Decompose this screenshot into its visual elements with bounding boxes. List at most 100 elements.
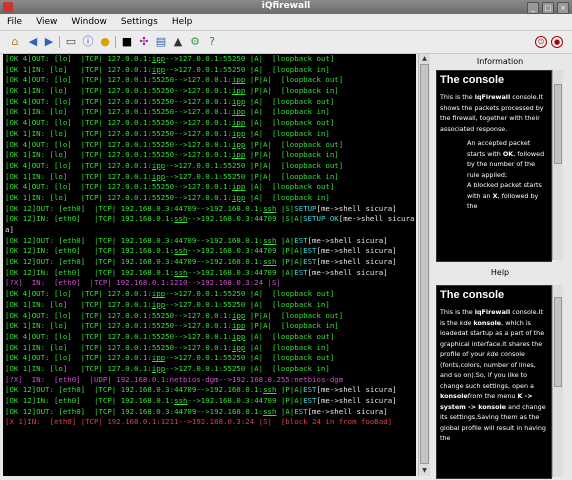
terminal-icon[interactable]: ■	[120, 35, 134, 49]
console-segment: |S|	[276, 203, 295, 213]
console-line: [OK 12]IN: [eth0] |TCP| 192.168.0.1:ssh-…	[3, 246, 416, 257]
console-segment: [OK 12]OUT: [eth0] |TCP| 192.168.0.3:447…	[5, 203, 264, 213]
console-segment: |A| [loopback out]	[245, 331, 335, 341]
menu-window[interactable]: Window	[64, 17, 114, 27]
help-heading: The console	[440, 289, 505, 301]
menu-settings[interactable]: Settings	[114, 17, 165, 27]
console-line: [OK 1]IN: [lo] |TCP| 127.0.0.1:ipp-->127…	[3, 65, 416, 76]
console-segment: |A| [loopback in]	[245, 107, 330, 117]
console-segment: [me->shell sicura]	[316, 385, 397, 395]
console-segment: ipp	[231, 75, 246, 85]
information-scroll-thumb[interactable]	[554, 84, 562, 164]
console-segment: [OK 12]IN: [eth0] |TCP| 192.168.0.1:	[5, 267, 175, 277]
help-scroll-thumb[interactable]	[554, 297, 562, 387]
console-segment: -->127.0.0.1:55250 |A| [loopback out]	[165, 289, 335, 299]
maximize-icon[interactable]: □	[542, 2, 554, 14]
console-segment: -->127.0.0.1:55250 |A| [loopback in]	[165, 64, 330, 74]
console-line: [OK 1]IN: [lo] |TCP| 127.0.0.1:55250-->1…	[3, 321, 416, 332]
console-segment: [OK 4]OUT: [lo] |TCP| 127.0.0.1:	[5, 353, 152, 363]
monitor-icon[interactable]: ▭	[64, 35, 78, 49]
console-segment: ipp	[151, 54, 166, 63]
scroll-down-icon[interactable]: ▼	[419, 466, 430, 476]
console-segment: [OK 12]OUT: [eth0] |TCP| 192.168.0.3:447…	[5, 235, 264, 245]
console-segment: ipp	[231, 342, 246, 352]
console-segment: ipp	[231, 182, 246, 192]
home-icon[interactable]: ⌂	[8, 35, 22, 49]
chart-icon[interactable]: ▲	[171, 35, 185, 49]
console-segment: [OK 1]IN: [lo] |TCP| 127.0.0.1:55250-->1…	[5, 107, 232, 117]
graph-icon[interactable]: ▤	[154, 35, 168, 49]
console-segment: [me->shell sicura]	[307, 406, 388, 416]
menu-help[interactable]: Help	[165, 17, 200, 27]
console-segment: netbios-dgm	[169, 374, 219, 384]
console-segment: [me->shell sicura]	[316, 257, 397, 267]
console-segment: [me->shell sicura	[338, 214, 415, 224]
console-segment: -->127.0.0.1:55250 |A| [loopback in]	[165, 363, 330, 373]
console-line: [OK 4]OUT: [lo] |TCP| 127.0.0.1:55250-->…	[3, 332, 416, 343]
console-line: [OK 12]OUT: [eth0] |TCP| 192.168.0.3:447…	[3, 385, 416, 396]
console-segment: EST	[294, 235, 308, 245]
console-segment: -->192.168.0.3:44709 |P|A|	[187, 396, 304, 405]
console-segment: ipp	[231, 118, 246, 128]
scroll-up-icon[interactable]: ▲	[419, 54, 430, 64]
console-segment: [OK 1]IN: [lo] |TCP| 127.0.0.1:55250-->1…	[5, 86, 232, 96]
console-segment: ipp	[151, 299, 166, 309]
console-segment: [OK 1]IN: [lo] |TCP| 127.0.0.1:	[5, 64, 152, 74]
console-segment: |A| [loopback out]	[245, 96, 335, 106]
console-segment: [OK 1]IN: [lo] |TCP| 127.0.0.1:55250-->1…	[5, 128, 232, 138]
console-line: [OK 12]OUT: [eth0] |TCP| 192.168.0.3:447…	[3, 204, 416, 215]
console-line: a]	[3, 225, 416, 236]
console-line: [OK 1]IN: [lo] |TCP| 127.0.0.1:ipp-->127…	[3, 364, 416, 375]
console-scroll-thumb[interactable]	[420, 64, 429, 464]
console-segment: ipp	[231, 107, 246, 117]
console-line: [OK 1]IN: [lo] |TCP| 127.0.0.1:55250-->1…	[3, 86, 416, 97]
console-line: [?X] IN: [eth0] |UDP| 192.168.0.1:netbio…	[3, 375, 416, 386]
information-scrollbar[interactable]	[552, 70, 563, 260]
info-icon[interactable]: ⓘ	[81, 35, 95, 49]
console-scrollbar[interactable]: ▲ ▼	[418, 54, 430, 476]
close-icon[interactable]: ×	[557, 2, 569, 14]
information-heading: The console	[440, 74, 505, 86]
console-segment: |P|A|	[276, 385, 304, 395]
menu-file[interactable]: File	[0, 17, 29, 27]
console-segment: EST	[303, 385, 317, 395]
console-line: [OK 1]IN: [lo] |TCP| 127.0.0.1:55250-->1…	[3, 107, 416, 118]
back-icon[interactable]: ◀	[26, 35, 40, 49]
console-segment: ipp	[151, 171, 166, 181]
menu-view[interactable]: View	[29, 17, 64, 27]
minimize-icon[interactable]: _	[527, 2, 539, 14]
console-segment: ssh	[263, 385, 277, 395]
console-segment: [me->shell sicura]	[307, 267, 388, 277]
console-line: [?X] IN: [eth0] |TCP| 192.168.0.1:1210--…	[3, 278, 416, 289]
console-line: [OK 1]IN: [lo] |TCP| 127.0.0.1:55250-->1…	[3, 343, 416, 354]
settings-icon[interactable]: ⚙	[188, 35, 202, 49]
console-segment: [OK 12]OUT: [eth0] |TCP| 192.168.0.3:447…	[5, 406, 264, 416]
console-segment: [OK 12]OUT: [eth0] |TCP| 192.168.0.3:447…	[5, 257, 264, 267]
stop-icon[interactable]: ⏻	[535, 36, 547, 48]
record-icon[interactable]: ●	[551, 36, 563, 48]
globe-icon[interactable]: ●	[98, 35, 112, 49]
console-line: [OK 1]IN: [lo] |TCP| 127.0.0.1:ipp-->127…	[3, 172, 416, 183]
help-panel-title: Help	[490, 268, 510, 277]
console-line: [OK 4]OUT: [lo] |TCP| 127.0.0.1:55250-->…	[3, 182, 416, 193]
help-icon[interactable]: ?	[205, 35, 219, 49]
forward-icon[interactable]: ▶	[42, 35, 56, 49]
console-segment: [OK 4]OUT: [lo] |TCP| 127.0.0.1:55250-->…	[5, 331, 232, 341]
console-segment: ssh	[174, 396, 188, 405]
console-segment: |A|	[276, 406, 295, 416]
console-segment: ssh	[174, 214, 188, 224]
console-segment: -->127.0.0.1:55250 |A| [loopback out]	[165, 353, 335, 363]
help-scrollbar[interactable]	[552, 285, 563, 477]
network-icon[interactable]: ✣	[137, 35, 151, 49]
console-segment: |P|A| [loopback out]	[245, 139, 344, 149]
console-segment: [?X] IN: [eth0] |TCP| 192.168.0.1:1210--…	[5, 278, 281, 288]
console-segment: ssh	[263, 257, 277, 267]
firewall-console[interactable]: [OK 4]OUT: [lo] |TCP| 127.0.0.1:ipp-->12…	[3, 54, 416, 476]
console-segment: [me->shell sicura]	[316, 246, 397, 256]
window-title: iQfirewall	[261, 1, 311, 11]
console-segment: -->127.0.0.1:55250 |A| [loopback out]	[165, 54, 335, 63]
console-line: [OK 12]OUT: [eth0] |TCP| 192.168.0.3:447…	[3, 407, 416, 418]
console-segment: ssh	[174, 267, 188, 277]
console-segment: ssh	[263, 203, 277, 213]
console-segment: [OK 1]IN: [lo] |TCP| 127.0.0.1:	[5, 171, 152, 181]
